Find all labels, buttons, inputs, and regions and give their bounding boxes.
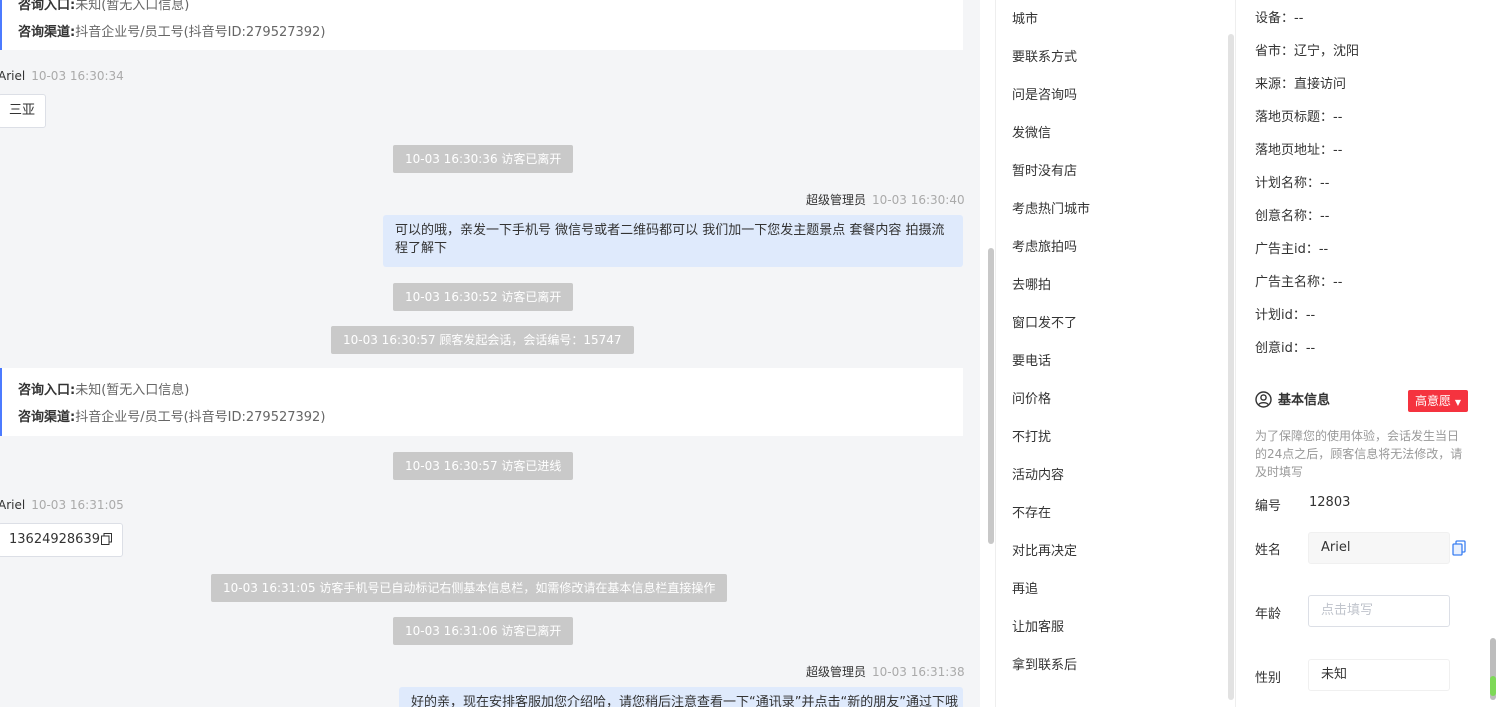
gender-select[interactable]: 未知 xyxy=(1308,659,1450,691)
info-row-creative-id: 创意id：-- xyxy=(1255,341,1316,356)
quick-reply-item[interactable]: 发微信 xyxy=(1012,124,1051,144)
quick-reply-item[interactable]: 问是咨询吗 xyxy=(1012,86,1077,106)
message-sender: Ariel 10-03 16:31:05 xyxy=(0,498,124,512)
quick-reply-item[interactable]: 拿到联系后 xyxy=(1012,656,1077,676)
quick-reply-item[interactable]: 城市 xyxy=(1012,10,1038,30)
quick-reply-item[interactable]: 暂时没有店 xyxy=(1012,162,1077,182)
info-row-plan-id: 计划id：-- xyxy=(1255,308,1316,323)
phone-number-text: 13624928639 xyxy=(9,532,100,547)
quick-reply-item[interactable]: 去哪拍 xyxy=(1012,276,1051,296)
info-row-advertiser-id: 广告主id：-- xyxy=(1255,242,1329,257)
agent-message: 好的亲，现在安排客服加您介绍哈，请您稍后注意查看一下“通讯录”并点击“新的朋友”… xyxy=(399,687,963,707)
info-row-device: 设备：-- xyxy=(1255,11,1304,26)
entry-value: 未知(暂无入口信息) xyxy=(75,0,190,13)
quick-reply-item[interactable]: 不打扰 xyxy=(1012,428,1051,448)
id-label: 编号 xyxy=(1255,499,1282,514)
quick-reply-item[interactable]: 要联系方式 xyxy=(1012,48,1077,68)
id-value: 12803 xyxy=(1309,495,1351,510)
basic-info-title: 基本信息 xyxy=(1255,391,1330,411)
system-message: 10-03 16:30:36 访客已离开 xyxy=(393,145,574,173)
info-row-plan-name: 计划名称：-- xyxy=(1255,176,1330,191)
name-label: 姓名 xyxy=(1255,543,1282,558)
age-label: 年龄 xyxy=(1255,607,1282,622)
consult-info-card: 咨询入口:未知(暂无入口信息) 咨询渠道:抖音企业号/员工号(抖音号ID:279… xyxy=(0,368,963,436)
info-row-landing-title: 落地页标题：-- xyxy=(1255,110,1343,125)
copy-icon[interactable] xyxy=(1452,540,1466,556)
entry-value: 未知(暂无入口信息) xyxy=(75,383,190,398)
system-message: 10-03 16:31:06 访客已离开 xyxy=(393,617,574,645)
info-row-advertiser-name: 广告主名称：-- xyxy=(1255,275,1343,290)
edit-notice: 为了保障您的使用体验，会话发生当日的24点之后，顾客信息将无法修改，请及时填写 xyxy=(1255,429,1463,479)
age-input[interactable]: 点击填写 xyxy=(1308,595,1450,627)
channel-label: 咨询渠道: xyxy=(18,25,76,40)
chat-panel[interactable]: 咨询入口:未知(暂无入口信息) 咨询渠道:抖音企业号/员工号(抖音号ID:279… xyxy=(0,0,980,707)
info-row-creative-name: 创意名称：-- xyxy=(1255,209,1330,224)
system-message: 10-03 16:30:57 访客已进线 xyxy=(393,452,574,480)
channel-value: 抖音企业号/员工号(抖音号ID:279527392) xyxy=(75,410,326,425)
channel-label: 咨询渠道: xyxy=(18,410,76,425)
agent-message: 可以的哦，亲发一下手机号 微信号或者二维码都可以 我们加一下您发主题景点 套餐内… xyxy=(383,215,963,267)
message-sender: 超级管理员 10-03 16:30:40 xyxy=(806,193,965,207)
caret-down-icon: ▼ xyxy=(1454,398,1461,407)
quick-reply-scrollbar[interactable] xyxy=(1228,34,1234,700)
system-message: 10-03 16:30:52 访客已离开 xyxy=(393,283,574,311)
copy-icon[interactable] xyxy=(100,533,112,545)
quick-reply-item[interactable]: 要电话 xyxy=(1012,352,1051,372)
quick-reply-item[interactable]: 问价格 xyxy=(1012,390,1051,410)
quick-reply-item[interactable]: 让加客服 xyxy=(1012,618,1064,638)
gender-label: 性别 xyxy=(1255,671,1282,686)
system-message: 10-03 16:30:57 顾客发起会话，会话编号：15747 xyxy=(331,326,634,354)
visitor-message: 13624928639 xyxy=(0,523,123,557)
message-sender: Ariel 10-03 16:30:34 xyxy=(0,69,124,83)
system-message: 10-03 16:31:05 访客手机号已自动标记右侧基本信息栏，如需修改请在基… xyxy=(211,574,728,602)
entry-label: 咨询入口: xyxy=(18,383,76,398)
quick-reply-item[interactable]: 活动内容 xyxy=(1012,466,1064,486)
entry-label: 咨询入口: xyxy=(18,0,76,13)
channel-value: 抖音企业号/员工号(抖音号ID:279527392) xyxy=(75,25,326,40)
name-field[interactable]: Ariel xyxy=(1308,532,1450,564)
chat-scrollbar[interactable] xyxy=(988,248,994,544)
quick-reply-item[interactable]: 考虑旅拍吗 xyxy=(1012,238,1077,258)
quick-reply-panel: 城市 要联系方式 问是咨询吗 发微信 暂时没有店 考虑热门城市 考虑旅拍吗 去哪… xyxy=(995,0,1235,707)
message-sender: 超级管理员 10-03 16:31:38 xyxy=(806,665,965,679)
user-circle-icon xyxy=(1255,391,1272,408)
scroll-indicator xyxy=(1490,676,1496,696)
quick-reply-item[interactable]: 再追 xyxy=(1012,580,1038,600)
info-row-landing-url: 落地页地址：-- xyxy=(1255,143,1343,158)
intent-badge-dropdown[interactable]: 高意愿 ▼ xyxy=(1408,390,1468,412)
quick-reply-item[interactable]: 对比再决定 xyxy=(1012,542,1077,562)
quick-reply-item[interactable]: 不存在 xyxy=(1012,504,1051,524)
consult-info-card: 咨询入口:未知(暂无入口信息) 咨询渠道:抖音企业号/员工号(抖音号ID:279… xyxy=(0,0,963,50)
visitor-message: 三亚 xyxy=(0,94,47,128)
quick-reply-item[interactable]: 考虑热门城市 xyxy=(1012,200,1090,220)
info-row-source: 来源：直接访问 xyxy=(1255,77,1347,92)
info-row-region: 省市：辽宁，沈阳 xyxy=(1255,44,1360,59)
quick-reply-item[interactable]: 窗口发不了 xyxy=(1012,314,1077,334)
